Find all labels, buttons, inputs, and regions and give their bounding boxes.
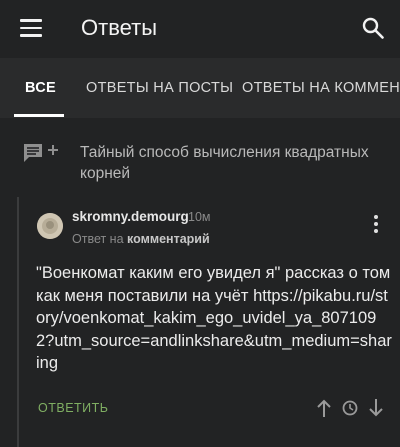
search-icon[interactable] (361, 16, 385, 40)
app-bar: Ответы (0, 0, 400, 58)
tab-bar: ВСЕ ОТВЕТЫ НА ПОСТЫ ОТВЕТЫ НА КОММЕН (0, 58, 400, 118)
tab-comment-replies[interactable]: ОТВЕТЫ НА КОММЕН (242, 80, 400, 96)
reply-context: Ответ на комментарий (72, 232, 210, 246)
comment-time: 10м (188, 210, 211, 224)
menu-icon[interactable] (20, 19, 42, 37)
comment-thread-line (17, 197, 19, 447)
clock-icon[interactable] (342, 400, 358, 416)
comment-author[interactable]: skromny.demourg (72, 209, 189, 224)
page-title: Ответы (81, 15, 158, 40)
comment-add-icon (24, 144, 58, 162)
tab-all[interactable]: ВСЕ (25, 80, 56, 96)
tab-post-replies[interactable]: ОТВЕТЫ НА ПОСТЫ (86, 80, 233, 96)
active-tab-indicator (14, 114, 64, 117)
avatar[interactable] (37, 213, 63, 239)
post-title[interactable]: Тайный способ вычисления квадратных корн… (80, 142, 390, 184)
reply-prefix: Ответ на (72, 232, 124, 246)
comment-text: "Военкомат каким его увидел я" рассказ о… (36, 264, 392, 372)
more-vert-icon[interactable] (373, 215, 379, 235)
arrow-down-icon[interactable] (368, 398, 384, 418)
post-header[interactable]: Тайный способ вычисления квадратных корн… (0, 128, 400, 188)
reply-target-link[interactable]: комментарий (127, 232, 210, 246)
arrow-up-icon[interactable] (316, 398, 332, 418)
reply-button[interactable]: ОТВЕТИТЬ (38, 401, 109, 415)
